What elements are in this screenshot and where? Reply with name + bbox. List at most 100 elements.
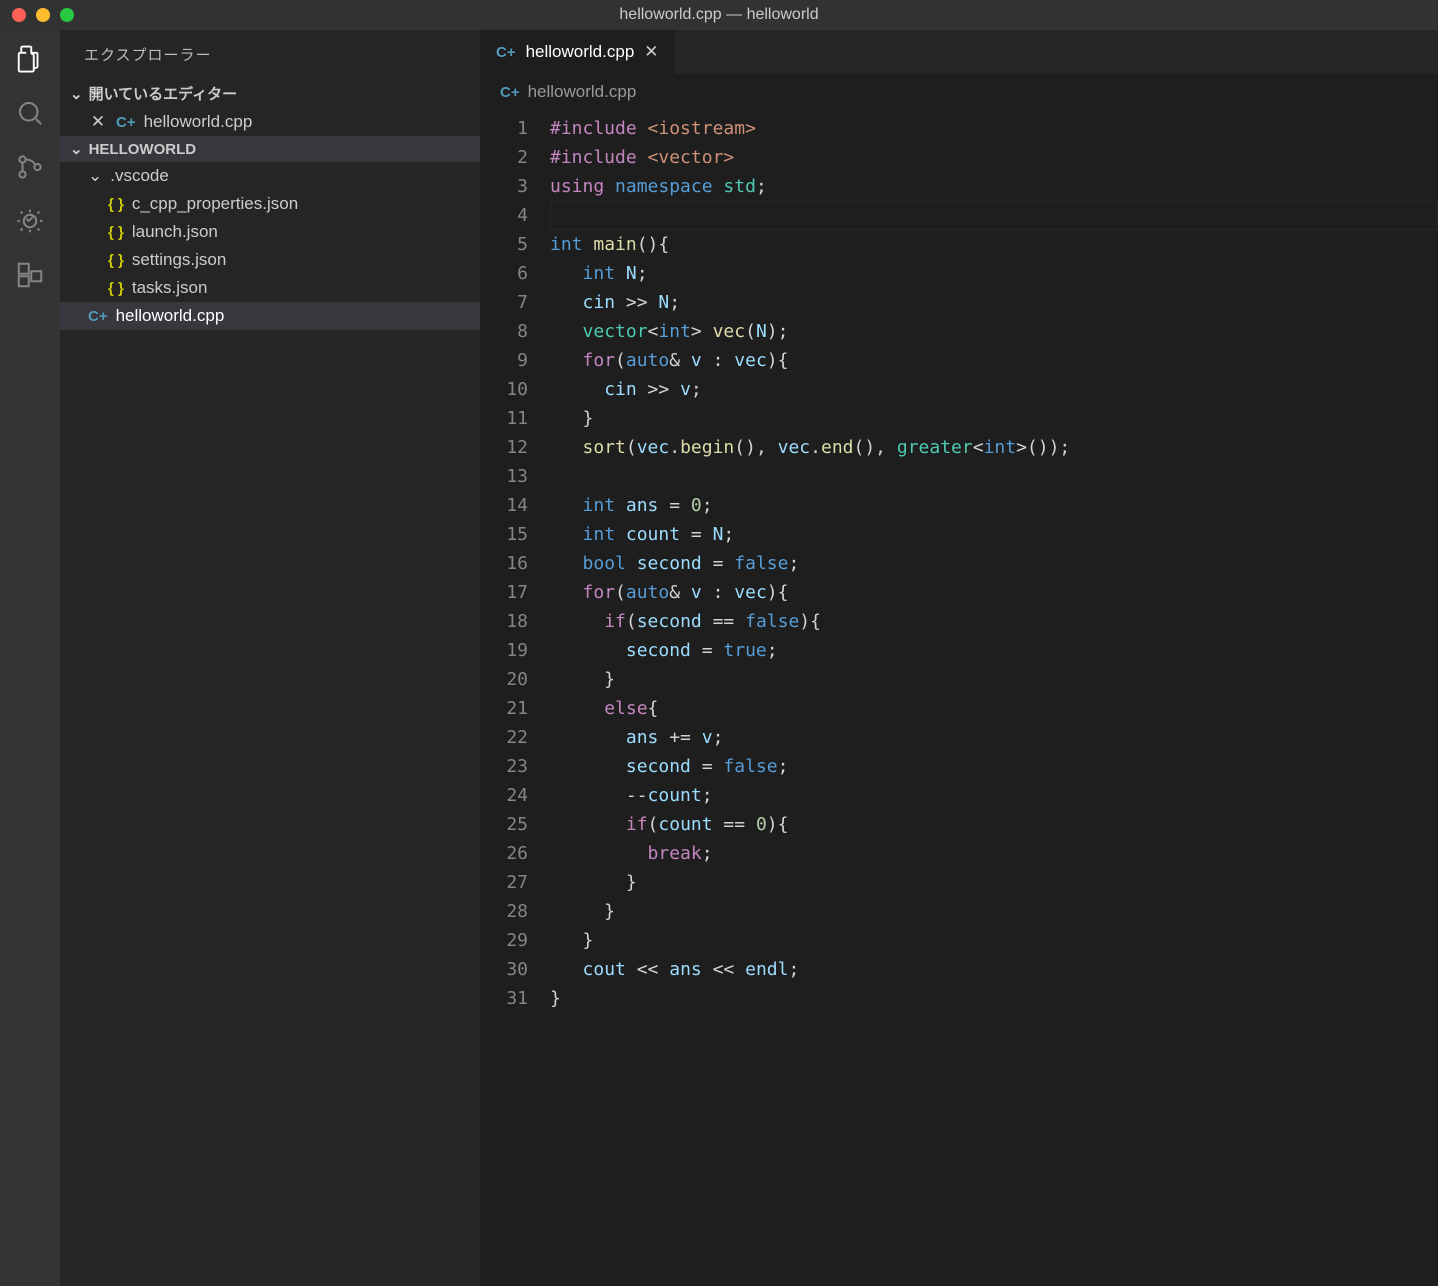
- code-line[interactable]: int main(){: [550, 230, 1438, 259]
- maximize-window-button[interactable]: [60, 8, 74, 22]
- line-number: 22: [480, 723, 528, 752]
- code-line[interactable]: }: [550, 868, 1438, 897]
- open-editors-label: 開いているエディター: [89, 83, 238, 104]
- line-number: 11: [480, 404, 528, 433]
- chevron-down-icon: ⌄: [70, 85, 83, 103]
- code-line[interactable]: }: [550, 665, 1438, 694]
- open-editors-header[interactable]: ⌄ 開いているエディター: [60, 79, 480, 108]
- code-line[interactable]: }: [550, 404, 1438, 433]
- file-row-cpp[interactable]: C+ helloworld.cpp: [60, 302, 480, 330]
- activity-bar: [0, 30, 60, 1286]
- close-window-button[interactable]: [12, 8, 26, 22]
- line-number-gutter: 1234567891011121314151617181920212223242…: [480, 114, 550, 1013]
- code-line[interactable]: [550, 201, 1438, 230]
- cpp-file-icon: C+: [88, 308, 108, 325]
- file-row-json[interactable]: { }c_cpp_properties.json: [60, 190, 480, 218]
- code-line[interactable]: vector<int> vec(N);: [550, 317, 1438, 346]
- file-label: launch.json: [132, 222, 218, 242]
- code-line[interactable]: cin >> N;: [550, 288, 1438, 317]
- code-line[interactable]: sort(vec.begin(), vec.end(), greater<int…: [550, 433, 1438, 462]
- code-line[interactable]: cout << ans << endl;: [550, 955, 1438, 984]
- line-number: 3: [480, 172, 528, 201]
- breadcrumb[interactable]: C+ helloworld.cpp: [480, 74, 1438, 110]
- code-line[interactable]: int count = N;: [550, 520, 1438, 549]
- line-number: 10: [480, 375, 528, 404]
- explorer-icon[interactable]: [15, 44, 45, 74]
- code-line[interactable]: second = false;: [550, 752, 1438, 781]
- code-line[interactable]: #include <iostream>: [550, 114, 1438, 143]
- code-lines[interactable]: #include <iostream>#include <vector>usin…: [550, 114, 1438, 1013]
- line-number: 5: [480, 230, 528, 259]
- code-line[interactable]: --count;: [550, 781, 1438, 810]
- debug-icon[interactable]: [15, 206, 45, 236]
- open-editor-item[interactable]: ✕ C+ helloworld.cpp: [60, 108, 480, 136]
- code-editor[interactable]: 1234567891011121314151617181920212223242…: [480, 110, 1438, 1013]
- line-number: 15: [480, 520, 528, 549]
- code-line[interactable]: int ans = 0;: [550, 491, 1438, 520]
- line-number: 28: [480, 897, 528, 926]
- vscode-folder-row[interactable]: ⌄ .vscode: [60, 162, 480, 190]
- folder-header[interactable]: ⌄ HELLOWORLD: [60, 136, 480, 162]
- code-line[interactable]: cin >> v;: [550, 375, 1438, 404]
- cpp-file-icon: C+: [496, 44, 516, 61]
- code-line[interactable]: }: [550, 926, 1438, 955]
- line-number: 30: [480, 955, 528, 984]
- json-file-icon: { }: [108, 280, 124, 297]
- code-line[interactable]: }: [550, 897, 1438, 926]
- code-line[interactable]: for(auto& v : vec){: [550, 346, 1438, 375]
- file-row-json[interactable]: { }tasks.json: [60, 274, 480, 302]
- main-layout: エクスプローラー ⌄ 開いているエディター ✕ C+ helloworld.cp…: [0, 30, 1438, 1286]
- window-title: helloworld.cpp — helloworld: [619, 6, 818, 24]
- source-control-icon[interactable]: [15, 152, 45, 182]
- open-editor-filename: helloworld.cpp: [144, 112, 253, 132]
- line-number: 29: [480, 926, 528, 955]
- code-line[interactable]: int N;: [550, 259, 1438, 288]
- code-line[interactable]: break;: [550, 839, 1438, 868]
- json-file-icon: { }: [108, 224, 124, 241]
- line-number: 13: [480, 462, 528, 491]
- file-row-json[interactable]: { } launch.json: [60, 218, 480, 246]
- search-icon[interactable]: [15, 98, 45, 128]
- line-number: 27: [480, 868, 528, 897]
- line-number: 1: [480, 114, 528, 143]
- extensions-icon[interactable]: [15, 260, 45, 290]
- code-line[interactable]: second = true;: [550, 636, 1438, 665]
- code-line[interactable]: for(auto& v : vec){: [550, 578, 1438, 607]
- code-line[interactable]: [550, 462, 1438, 491]
- line-number: 6: [480, 259, 528, 288]
- editor-area: C+ helloworld.cpp ✕ C+ helloworld.cpp 12…: [480, 30, 1438, 1286]
- file-row-json[interactable]: { } settings.json: [60, 246, 480, 274]
- json-file-icon: { }: [108, 252, 124, 269]
- code-line[interactable]: if(count == 0){: [550, 810, 1438, 839]
- window-controls: [12, 8, 74, 22]
- line-number: 9: [480, 346, 528, 375]
- file-label: settings.json: [132, 250, 227, 270]
- close-icon[interactable]: ✕: [88, 112, 108, 132]
- code-line[interactable]: ans += v;: [550, 723, 1438, 752]
- folder-name: HELLOWORLD: [89, 141, 196, 158]
- code-line[interactable]: }: [550, 984, 1438, 1013]
- code-line[interactable]: #include <vector>: [550, 143, 1438, 172]
- line-number: 24: [480, 781, 528, 810]
- line-number: 7: [480, 288, 528, 317]
- close-tab-icon[interactable]: ✕: [644, 42, 658, 62]
- line-number: 17: [480, 578, 528, 607]
- line-number: 26: [480, 839, 528, 868]
- line-number: 23: [480, 752, 528, 781]
- tab-label: helloworld.cpp: [526, 42, 635, 62]
- line-number: 18: [480, 607, 528, 636]
- editor-tab[interactable]: C+ helloworld.cpp ✕: [480, 30, 676, 74]
- line-number: 8: [480, 317, 528, 346]
- code-line[interactable]: using namespace std;: [550, 172, 1438, 201]
- code-line[interactable]: else{: [550, 694, 1438, 723]
- code-line[interactable]: bool second = false;: [550, 549, 1438, 578]
- line-number: 2: [480, 143, 528, 172]
- vscode-folder-label: .vscode: [110, 166, 169, 186]
- minimize-window-button[interactable]: [36, 8, 50, 22]
- line-number: 4: [480, 201, 528, 230]
- code-line[interactable]: if(second == false){: [550, 607, 1438, 636]
- file-label: c_cpp_properties.json: [132, 194, 298, 214]
- breadcrumb-label: helloworld.cpp: [528, 82, 637, 102]
- line-number: 21: [480, 694, 528, 723]
- tab-bar: C+ helloworld.cpp ✕: [480, 30, 1438, 74]
